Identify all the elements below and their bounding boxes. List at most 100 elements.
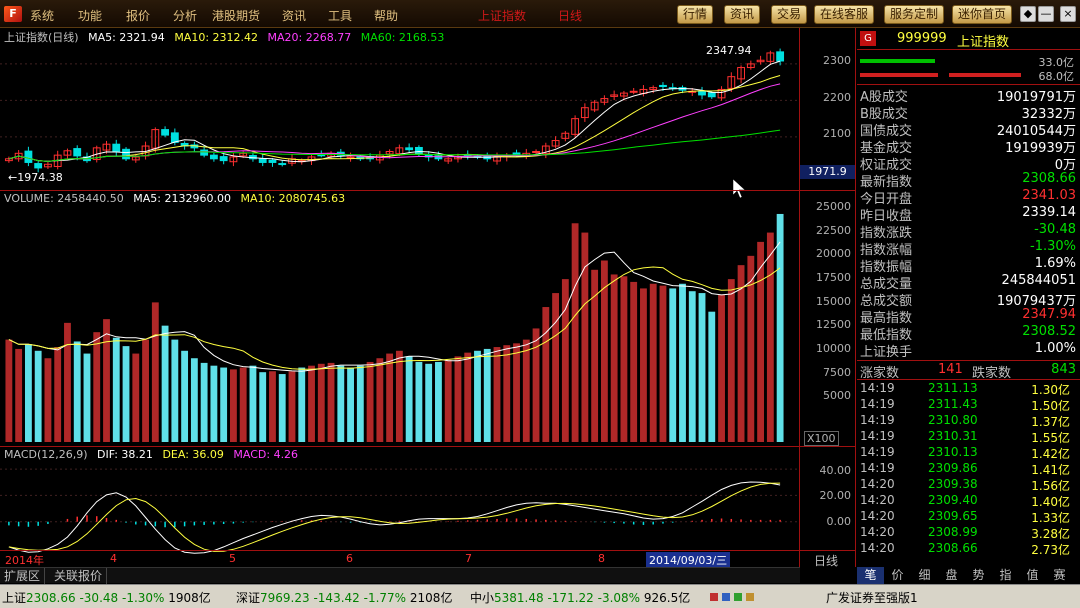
- close-icon[interactable]: ×: [1060, 6, 1076, 22]
- price-legend: 上证指数(日线) MA5: 2321.94 MA10: 2312.42 MA20…: [4, 29, 450, 45]
- vol-tick-10000: 10000: [816, 342, 851, 355]
- nav-button-trade[interactable]: 交易: [771, 5, 808, 24]
- tick-change: 1.55亿: [1031, 431, 1070, 445]
- status-dot-icon: [710, 593, 718, 601]
- macd-tick-20: 20.00: [819, 489, 852, 502]
- tick-change: 1.30亿: [1031, 383, 1070, 397]
- stat-value: 1.00%: [1034, 341, 1076, 356]
- vol-tick-12500: 12500: [816, 318, 851, 331]
- tick-time: 14:19: [860, 445, 895, 459]
- vol-tick-5000: 5000: [823, 389, 851, 402]
- side-tab-detail[interactable]: 细: [911, 567, 938, 584]
- tick-change: 1.37亿: [1031, 415, 1070, 429]
- side-tab-price[interactable]: 价: [884, 567, 911, 584]
- stat-row: 基金成交 1919939万: [860, 137, 1076, 156]
- status-sme[interactable]: 中小5381.48 -171.22 -3.08% 926.5亿: [470, 589, 690, 606]
- panel-divider-1: [857, 84, 1080, 85]
- stat-row: 昨日收盘 2339.14: [860, 205, 1076, 224]
- tick-price: 2310.13: [928, 445, 978, 459]
- tick-price: 2308.99: [928, 525, 978, 539]
- panel-divider-2: [857, 360, 1080, 361]
- x-label-may: 5: [229, 552, 236, 565]
- vol-tick-7500: 7500: [823, 366, 851, 379]
- breadth-row: 涨家数 141 跌家数 843: [860, 362, 1076, 381]
- sz-change: -143.42: [313, 591, 360, 605]
- tick-price: 2309.40: [928, 493, 978, 507]
- broker-name: 广发证券至强版1: [826, 591, 918, 605]
- pin-icon[interactable]: ◆: [1020, 6, 1036, 22]
- menu-help[interactable]: 帮助: [374, 7, 398, 24]
- legend-vol-ma5: MA5: 2132960.00: [133, 192, 231, 205]
- tick-change: 1.56亿: [1031, 479, 1070, 493]
- tick-time: 14:19: [860, 429, 895, 443]
- down-volume-value: 68.0亿: [1038, 70, 1075, 83]
- tick-row: 14:20 2309.40 1.40亿: [860, 493, 1076, 509]
- side-tab-index[interactable]: 指: [992, 567, 1019, 584]
- nav-button-online-service[interactable]: 在线客服: [814, 5, 875, 24]
- nav-button-mini-home[interactable]: 迷你首页: [952, 5, 1013, 24]
- legend-vol-ma10: MA10: 2080745.63: [240, 192, 346, 205]
- vol-tick-20000: 20000: [816, 247, 851, 260]
- sz-pct: -1.77%: [363, 591, 407, 605]
- nav-button-custom-service[interactable]: 服务定制: [884, 5, 945, 24]
- price-tick-2100: 2100: [823, 127, 851, 140]
- tick-row: 14:19 2310.13 1.42亿: [860, 445, 1076, 461]
- tick-price: 2311.43: [928, 397, 978, 411]
- tab-extended-area[interactable]: 扩展区: [0, 568, 46, 584]
- menu-tools[interactable]: 工具: [328, 7, 352, 24]
- price-tick-2300: 2300: [823, 54, 851, 67]
- period-label[interactable]: 日线: [814, 552, 838, 569]
- zx-value: 5381.48: [494, 591, 544, 605]
- menu-system[interactable]: 系统: [30, 7, 54, 24]
- tick-time: 14:19: [860, 397, 895, 411]
- status-dot-icon: [746, 593, 754, 601]
- menu-quote[interactable]: 报价: [126, 7, 150, 24]
- vol-tick-15000: 15000: [816, 295, 851, 308]
- tab-related-quotes[interactable]: 关联报价: [50, 568, 108, 584]
- tick-price: 2310.31: [928, 429, 978, 443]
- tick-row: 14:19 2311.43 1.50亿: [860, 397, 1076, 413]
- status-dot-icon: [734, 593, 742, 601]
- menu-news[interactable]: 资讯: [282, 7, 306, 24]
- stat-row: 权证成交 0万: [860, 154, 1076, 173]
- stat-value: 2308.52: [1022, 324, 1076, 339]
- tick-time: 14:19: [860, 381, 895, 395]
- menu-analysis[interactable]: 分析: [173, 7, 197, 24]
- up-count-value: 141: [938, 362, 963, 377]
- tick-time: 14:20: [860, 493, 895, 507]
- panel-divider-3: [857, 379, 1080, 380]
- tick-change: 1.42亿: [1031, 447, 1070, 461]
- nav-button-info[interactable]: 资讯: [724, 5, 761, 24]
- stat-row: B股成交 32332万: [860, 103, 1076, 122]
- side-tab-book[interactable]: 盘: [938, 567, 965, 584]
- zx-change: -171.22: [547, 591, 594, 605]
- stat-value: 2308.66: [1022, 171, 1076, 186]
- side-tab-match[interactable]: 赛: [1046, 567, 1073, 584]
- stat-row: 指数振幅 1.69%: [860, 256, 1076, 275]
- menu-hk-futures[interactable]: 港股期货: [212, 7, 260, 24]
- stock-code: 999999: [897, 31, 947, 46]
- side-tab-trend[interactable]: 势: [965, 567, 992, 584]
- down-volume-bar-b: [949, 73, 1021, 77]
- side-tab-value[interactable]: 值: [1019, 567, 1046, 584]
- down-count-value: 843: [1051, 362, 1076, 377]
- side-tab-trades[interactable]: 笔: [857, 567, 884, 584]
- nav-button-market[interactable]: 行情: [677, 5, 714, 24]
- status-shenzhen[interactable]: 深证7969.23 -143.42 -1.77% 2108亿: [236, 589, 452, 606]
- bottom-tabs: 扩展区 关联报价: [0, 567, 800, 584]
- stat-row: 今日开盘 2341.03: [860, 188, 1076, 207]
- x-label-jul: 7: [465, 552, 472, 565]
- stat-value: 2341.03: [1022, 188, 1076, 203]
- stat-row: 最低指数 2308.52: [860, 324, 1076, 343]
- tick-change: 1.40亿: [1031, 495, 1070, 509]
- tick-change: 1.41亿: [1031, 463, 1070, 477]
- stat-row: A股成交 19019791万: [860, 86, 1076, 105]
- zx-label: 中小: [470, 591, 495, 605]
- tick-time: 14:20: [860, 477, 895, 491]
- sz-amount: 2108亿: [409, 591, 453, 605]
- sh-pct: -1.30%: [121, 591, 165, 605]
- stat-row: 最新指数 2308.66: [860, 171, 1076, 190]
- status-shanghai[interactable]: 上证2308.66 -30.48 -1.30% 1908亿: [2, 589, 211, 606]
- minimize-icon[interactable]: —: [1038, 6, 1054, 22]
- menu-function[interactable]: 功能: [78, 7, 102, 24]
